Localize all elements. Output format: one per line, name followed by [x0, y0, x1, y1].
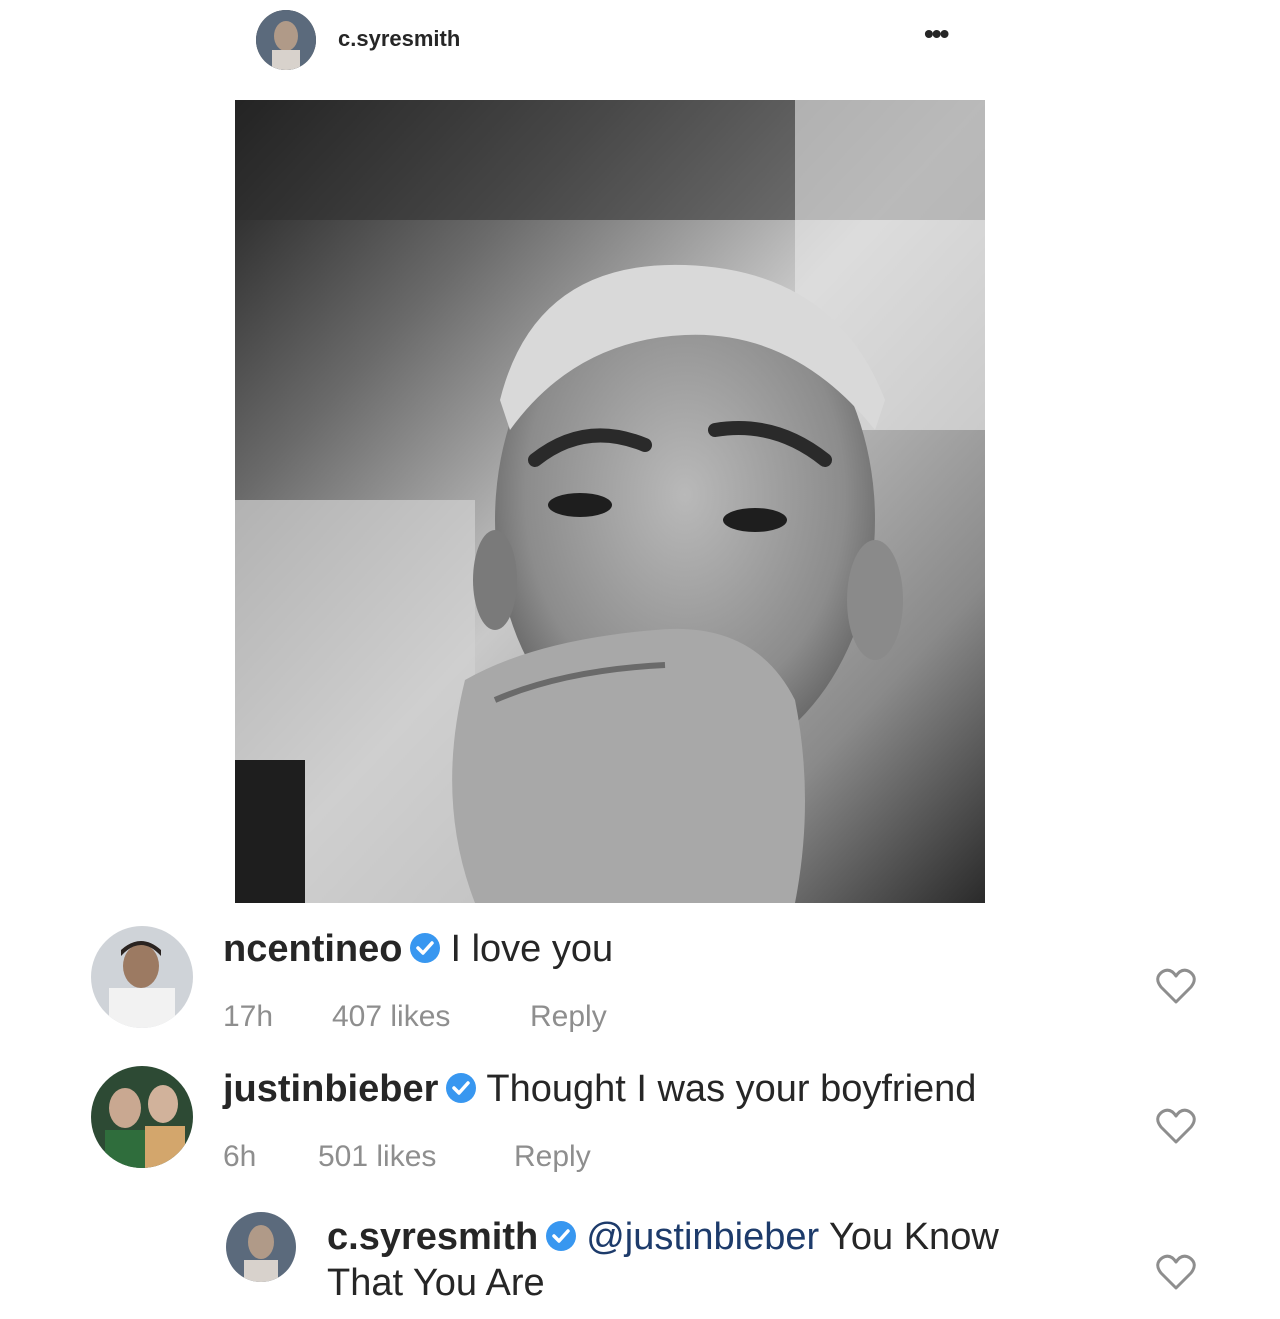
reply-text-line-2: That You Are	[327, 1262, 545, 1304]
mention-link[interactable]: @justinbieber	[586, 1216, 819, 1258]
reply-line-1: c.syresmith @justinbieber You Know	[327, 1214, 1087, 1260]
reply-text-line-1: You Know	[829, 1216, 999, 1258]
comment-likes[interactable]: 501 likes	[318, 1140, 436, 1174]
verified-badge-icon	[444, 1071, 478, 1105]
reply-username[interactable]: c.syresmith	[327, 1216, 538, 1258]
comment-username[interactable]: ncentineo	[223, 928, 402, 970]
comment-row: ncentineo I love you	[223, 928, 613, 971]
post-author-avatar[interactable]	[256, 10, 316, 70]
reply-button[interactable]: Reply	[514, 1140, 591, 1174]
reply-comment: c.syresmith @justinbieber You Know That Y…	[327, 1214, 1087, 1306]
more-options-icon[interactable]: •••	[924, 20, 949, 48]
post-photo[interactable]	[235, 100, 985, 903]
comment-avatar[interactable]	[91, 926, 193, 1028]
comment-likes[interactable]: 407 likes	[332, 1000, 450, 1034]
comment-time: 6h	[223, 1140, 257, 1173]
verified-badge-icon	[544, 1218, 578, 1252]
like-heart-icon[interactable]	[1156, 1254, 1196, 1297]
like-heart-icon[interactable]	[1156, 1108, 1196, 1151]
comment-text: Thought I was your boyfriend	[486, 1068, 977, 1110]
verified-badge-icon	[408, 931, 442, 965]
comment-avatar[interactable]	[91, 1066, 193, 1168]
comment-text: I love you	[450, 928, 614, 970]
reply-button[interactable]: Reply	[530, 1000, 607, 1034]
comment-time: 17h	[223, 1000, 274, 1033]
comment-username[interactable]: justinbieber	[223, 1068, 438, 1110]
post-author-username[interactable]: c.syresmith	[338, 26, 460, 52]
reply-avatar[interactable]	[226, 1212, 296, 1282]
like-heart-icon[interactable]	[1156, 968, 1196, 1011]
comment-row: justinbieber Thought I was your boyfriend	[223, 1068, 976, 1111]
